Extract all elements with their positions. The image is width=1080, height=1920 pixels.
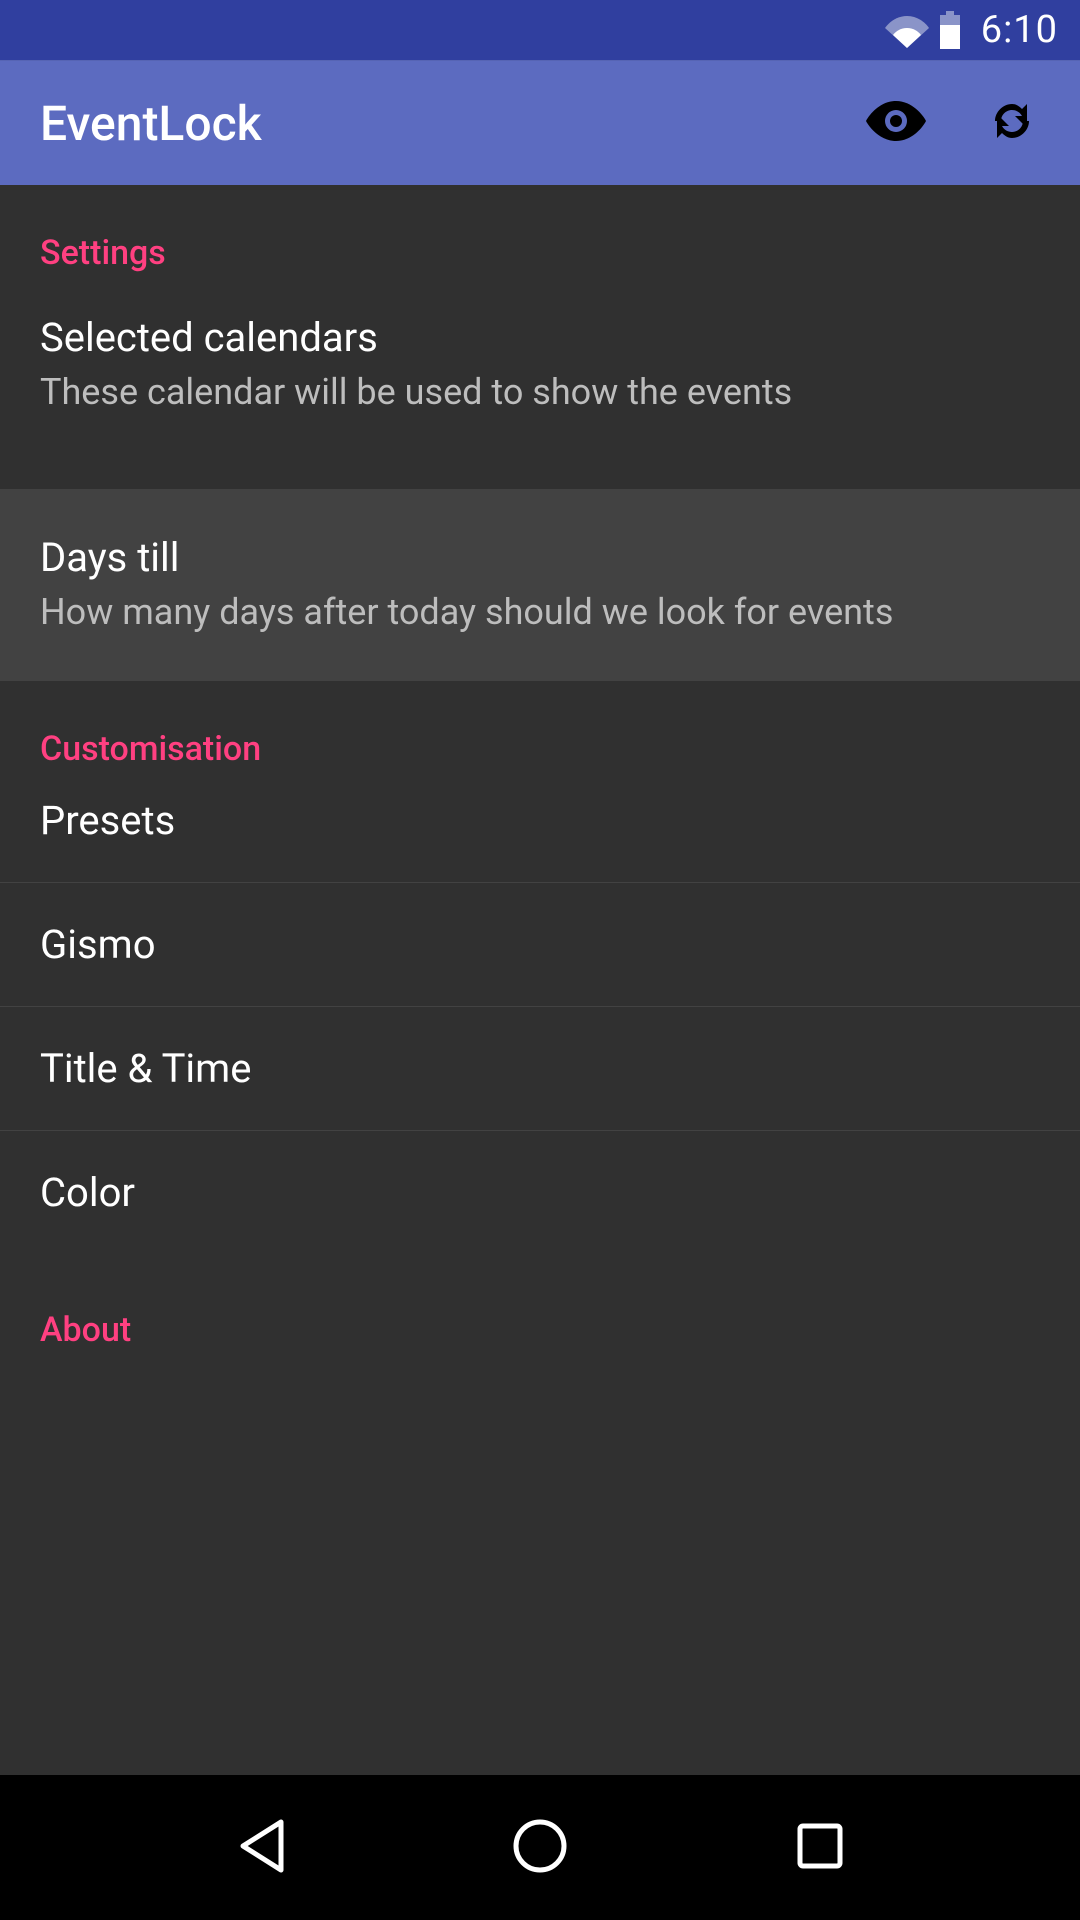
item-days-till[interactable]: Days till How many days after today shou… xyxy=(0,489,1080,681)
app-bar-actions xyxy=(868,95,1040,151)
sync-icon xyxy=(987,96,1037,150)
section-header-settings: Settings xyxy=(0,185,1080,273)
item-title: Gismo xyxy=(40,921,156,968)
wifi-icon xyxy=(885,12,929,48)
status-time: 6:10 xyxy=(981,8,1058,52)
back-icon xyxy=(235,1818,285,1878)
item-title-time[interactable]: Title & Time xyxy=(0,1006,1080,1130)
recents-icon xyxy=(796,1822,844,1874)
navigation-bar xyxy=(0,1775,1080,1920)
item-color[interactable]: Color xyxy=(0,1130,1080,1254)
item-title: Presets xyxy=(40,797,175,844)
home-button[interactable] xyxy=(500,1808,580,1888)
item-title: Selected calendars xyxy=(40,313,1040,363)
status-bar: 6:10 xyxy=(0,0,1080,60)
app-bar: EventLock xyxy=(0,60,1080,185)
item-presets[interactable]: Presets xyxy=(0,769,1080,882)
recents-button[interactable] xyxy=(780,1808,860,1888)
item-title: Color xyxy=(40,1169,135,1216)
section-header-customisation: Customisation xyxy=(0,681,1080,769)
item-title: Title & Time xyxy=(40,1045,251,1092)
item-title: Days till xyxy=(40,533,1040,583)
app-title: EventLock xyxy=(40,95,868,152)
visibility-button[interactable] xyxy=(868,95,924,151)
battery-icon xyxy=(939,11,961,49)
settings-list: Settings Selected calendars These calend… xyxy=(0,185,1080,1775)
sync-button[interactable] xyxy=(984,95,1040,151)
item-subtitle: How many days after today should we look… xyxy=(40,589,1040,635)
section-header-about: About xyxy=(0,1254,1080,1350)
home-icon xyxy=(513,1819,567,1877)
eye-icon xyxy=(866,101,926,145)
item-subtitle: These calendar will be used to show the … xyxy=(40,369,1040,415)
back-button[interactable] xyxy=(220,1808,300,1888)
item-selected-calendars[interactable]: Selected calendars These calendar will b… xyxy=(0,273,1080,449)
item-gismo[interactable]: Gismo xyxy=(0,882,1080,1006)
